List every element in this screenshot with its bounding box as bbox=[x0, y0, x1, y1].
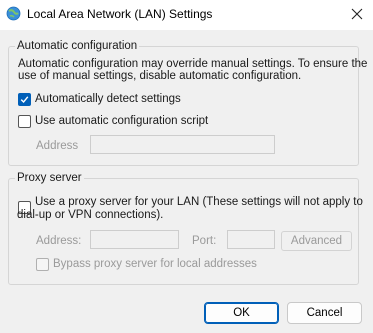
proxy-address-input[interactable] bbox=[90, 230, 179, 249]
bypass-local-addresses-label: Bypass proxy server for local addresses bbox=[53, 258, 257, 270]
bypass-local-addresses-checkbox[interactable] bbox=[36, 258, 49, 271]
proxy-port-input[interactable] bbox=[227, 230, 275, 249]
proxy-port-label: Port: bbox=[192, 235, 217, 247]
title-bar: Local Area Network (LAN) Settings bbox=[0, 0, 373, 30]
network-settings-icon bbox=[6, 6, 21, 21]
use-proxy-server-label-line-1: Use a proxy server for your LAN (These s… bbox=[35, 196, 363, 208]
automatically-detect-settings-label: Automatically detect settings bbox=[35, 93, 181, 105]
window-title: Local Area Network (LAN) Settings bbox=[27, 7, 213, 21]
cancel-button[interactable]: Cancel bbox=[287, 302, 362, 324]
close-button[interactable] bbox=[343, 0, 373, 30]
automatically-detect-settings-checkbox[interactable] bbox=[18, 93, 31, 106]
script-address-label: Address bbox=[36, 140, 79, 152]
script-address-input[interactable] bbox=[90, 135, 275, 154]
auto-config-description-line-2: use of manual settings, disable automati… bbox=[18, 70, 302, 82]
advanced-button[interactable]: Advanced bbox=[281, 231, 352, 251]
close-icon bbox=[351, 8, 363, 20]
use-automatic-configuration-script-checkbox[interactable] bbox=[18, 115, 31, 128]
checkmark-icon bbox=[20, 96, 29, 104]
proxy-server-label: Proxy server bbox=[15, 172, 84, 185]
use-proxy-server-label-line-2: dial-up or VPN connections). bbox=[17, 209, 164, 221]
proxy-address-label: Address: bbox=[36, 235, 82, 247]
ok-button[interactable]: OK bbox=[204, 302, 279, 324]
use-automatic-configuration-script-label: Use automatic configuration script bbox=[35, 115, 209, 127]
automatic-configuration-label: Automatic configuration bbox=[15, 40, 140, 53]
